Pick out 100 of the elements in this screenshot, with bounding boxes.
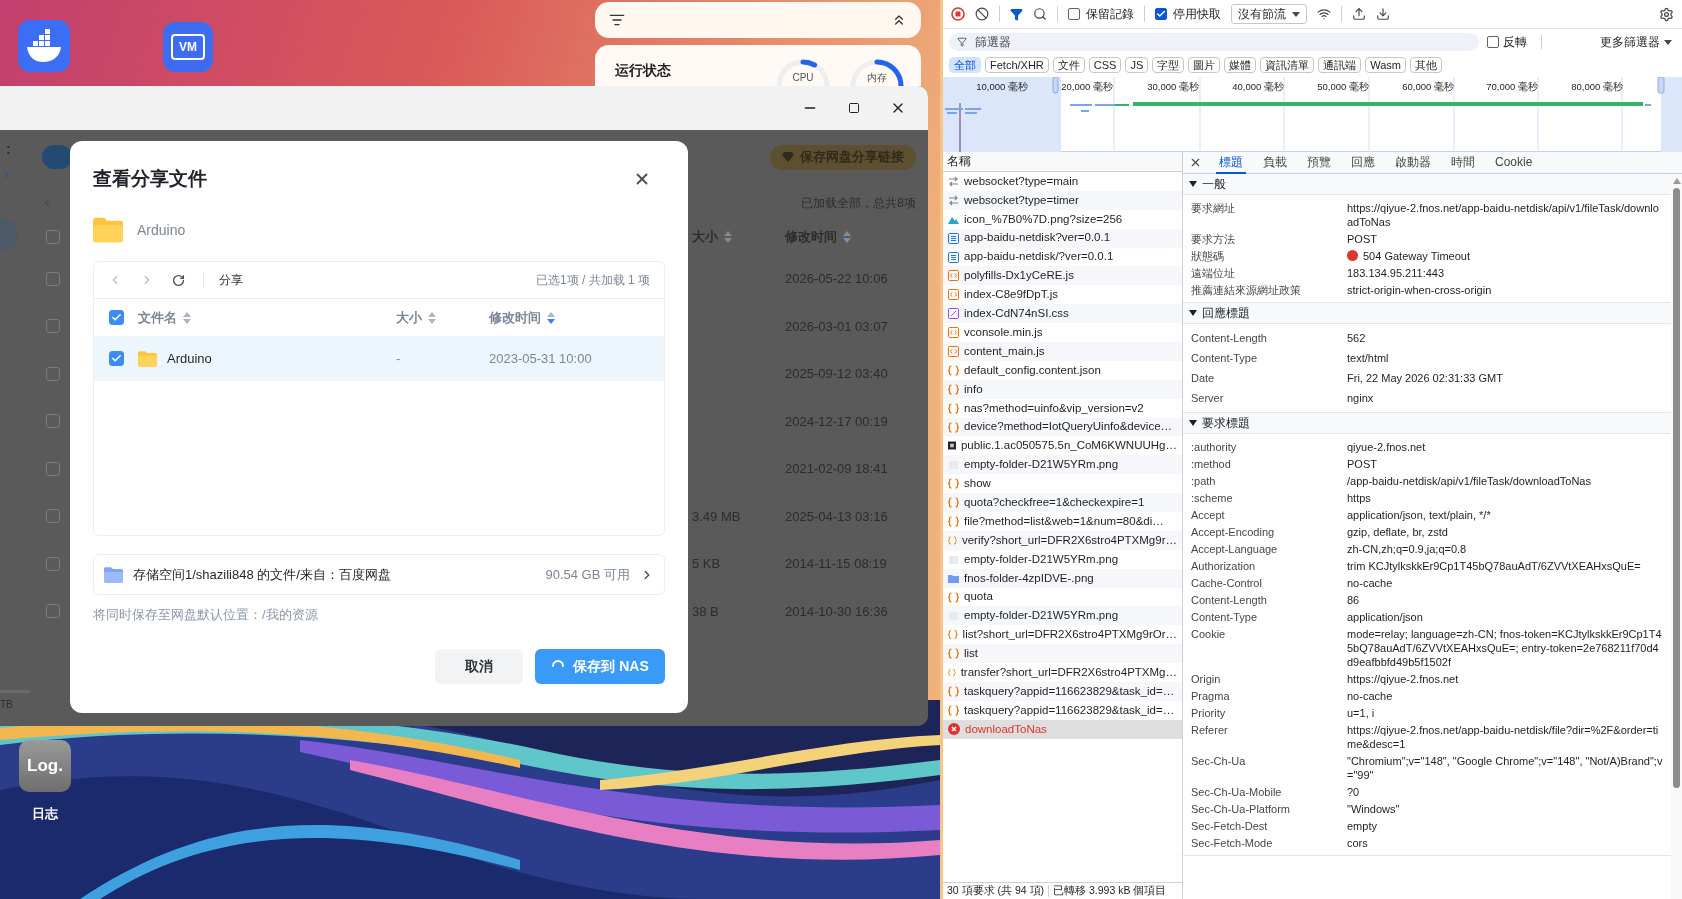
whale-app-icon[interactable] [18, 20, 70, 72]
upload-button[interactable] [42, 145, 72, 169]
section-header[interactable]: 一般 [1183, 174, 1671, 195]
breadcrumb-path[interactable]: 分享 [219, 271, 243, 289]
detail-tab[interactable]: 預覽 [1304, 151, 1334, 174]
row-checkbox[interactable] [46, 556, 60, 571]
sort-icon[interactable] [428, 311, 436, 324]
checkbox-label[interactable]: 反轉 [1503, 33, 1527, 51]
request-row[interactable]: content_main.js [943, 342, 1182, 361]
refresh-icon[interactable] [172, 273, 185, 287]
type-filter-chip[interactable]: CSS [1088, 57, 1122, 73]
type-filter-chip[interactable]: 字型 [1152, 57, 1185, 73]
header-value: application/json [1347, 609, 1423, 624]
row-checkbox[interactable] [46, 271, 60, 286]
type-filter-chip[interactable]: 通訊端 [1318, 57, 1362, 73]
braces-icon [948, 686, 959, 697]
row-checkbox[interactable] [46, 319, 60, 334]
section-header[interactable]: 回應標題 [1183, 303, 1671, 324]
sort-icon[interactable] [843, 231, 851, 243]
row-checkbox[interactable] [46, 414, 60, 429]
column-header[interactable]: 修改时间 [489, 307, 541, 328]
type-filter-chip[interactable]: Wasm [1365, 57, 1407, 73]
detail-tab[interactable]: 啟動器 [1392, 151, 1434, 174]
request-name: list [964, 646, 979, 662]
network-conditions-icon[interactable] [1317, 7, 1331, 21]
scrollbar[interactable] [1671, 174, 1682, 899]
type-filter-chip[interactable]: 媒體 [1224, 57, 1257, 73]
sort-icon[interactable] [724, 231, 732, 243]
column-header[interactable]: 名稱 [947, 152, 971, 171]
request-row[interactable]: polyfills-Dx1yCeRE.js [943, 266, 1182, 286]
app-label[interactable]: 日志 [32, 804, 58, 824]
braces-icon [948, 421, 959, 433]
column-header[interactable]: 文件名 [138, 307, 177, 328]
log-app-icon[interactable]: Log. [19, 740, 71, 792]
type-filter-chip[interactable]: 文件 [1052, 57, 1085, 73]
detail-tab[interactable]: 時間 [1448, 151, 1478, 174]
checkbox-label[interactable]: 停用快取 [1173, 5, 1221, 23]
tick-label: 10,000 毫秒 [976, 81, 1028, 92]
dialog-title: 查看分享文件 [93, 166, 207, 191]
row-checkbox[interactable] [46, 604, 60, 619]
row-checkbox[interactable] [46, 461, 60, 476]
type-filter-chip[interactable]: 其他 [1410, 57, 1443, 73]
upload-icon[interactable] [1352, 7, 1366, 21]
more-filters-dropdown[interactable]: 更多篩選器 [1600, 33, 1672, 51]
type-filter-chip[interactable]: 全部 [949, 57, 981, 73]
column-header[interactable]: 大小 [396, 307, 422, 328]
checkbox[interactable] [109, 310, 124, 325]
select-all-checkbox[interactable] [46, 230, 60, 244]
request-row[interactable]: list [943, 644, 1182, 664]
request-row[interactable]: index-CdN74nSI.css [943, 304, 1182, 324]
scroll-up-icon[interactable] [1672, 178, 1681, 184]
header-name: Origin [1191, 671, 1222, 686]
timeline-handle[interactable] [1657, 77, 1665, 94]
header-name: Authorization [1191, 558, 1257, 573]
detail-tab[interactable]: 負載 [1260, 151, 1290, 174]
row-checkbox[interactable] [46, 509, 60, 524]
request-name: index-C8e9fDpT.js [964, 287, 1058, 303]
cancel-button[interactable]: 取消 [435, 648, 523, 684]
checkbox[interactable] [1487, 36, 1499, 48]
timeline-handle[interactable] [1052, 77, 1059, 94]
header-value: https://qiyue-2.fnos.net [1347, 671, 1459, 686]
sort-icon[interactable] [547, 311, 555, 324]
request-row[interactable]: empty-folder-D21W5YRm.png [943, 606, 1182, 626]
vm-app-icon[interactable]: VM [163, 22, 213, 72]
section-header[interactable]: 要求標題 [1183, 413, 1671, 434]
request-row[interactable]: empty-folder-D21W5YRm.png [943, 455, 1182, 475]
request-row[interactable]: quota?checkfree=1&checkexpire=1 [943, 493, 1182, 513]
error-icon [948, 723, 960, 736]
close-icon[interactable] [1189, 156, 1202, 169]
header-name: Pragma [1191, 688, 1231, 703]
clear-icon[interactable] [975, 7, 989, 21]
download-icon[interactable] [1376, 7, 1390, 21]
file-row[interactable]: Arduino - 2023-05-31 10:00 [94, 336, 664, 381]
search-icon[interactable] [1033, 7, 1047, 21]
detail-tab[interactable]: Cookie [1492, 151, 1536, 174]
header-value: POST [1347, 231, 1377, 246]
request-row[interactable]: taskquery?appid=116623829&task_id=… [943, 682, 1182, 701]
swap-arrows-icon [948, 175, 959, 187]
filter-icon[interactable] [1010, 7, 1023, 21]
checkbox[interactable] [109, 351, 124, 366]
checkbox[interactable] [1068, 8, 1080, 20]
request-name: app-baidu-netdisk/?ver=0.0.1 [964, 249, 1114, 265]
type-filter-chip[interactable]: JS [1125, 57, 1149, 73]
checkbox[interactable] [1155, 8, 1167, 20]
type-filter-chip[interactable]: 圖片 [1188, 57, 1221, 73]
throttle-select[interactable]: 沒有節流 [1231, 4, 1307, 24]
checkbox-label[interactable]: 保留記錄 [1086, 5, 1134, 23]
row-checkbox[interactable] [46, 366, 60, 381]
type-filter-chip[interactable]: Fetch/XHR [985, 57, 1049, 73]
filter-input[interactable]: 篩選器 [949, 33, 1479, 51]
check-icon [111, 312, 122, 323]
detail-tab[interactable]: 回應 [1348, 151, 1378, 174]
destination-selector[interactable]: 存储空间1/shazili848 的文件/来自：百度网盘 90.54 GB 可用 [93, 554, 665, 595]
filter-list-icon[interactable] [609, 12, 625, 28]
record-stop-icon[interactable] [951, 7, 965, 21]
settings-icon[interactable] [1659, 6, 1674, 22]
maximize-icon[interactable] [848, 102, 860, 114]
sort-icon[interactable] [183, 311, 191, 324]
tick-label: 30,000 毫秒 [1147, 81, 1199, 92]
type-filter-chip[interactable]: 資訊清單 [1260, 57, 1315, 73]
